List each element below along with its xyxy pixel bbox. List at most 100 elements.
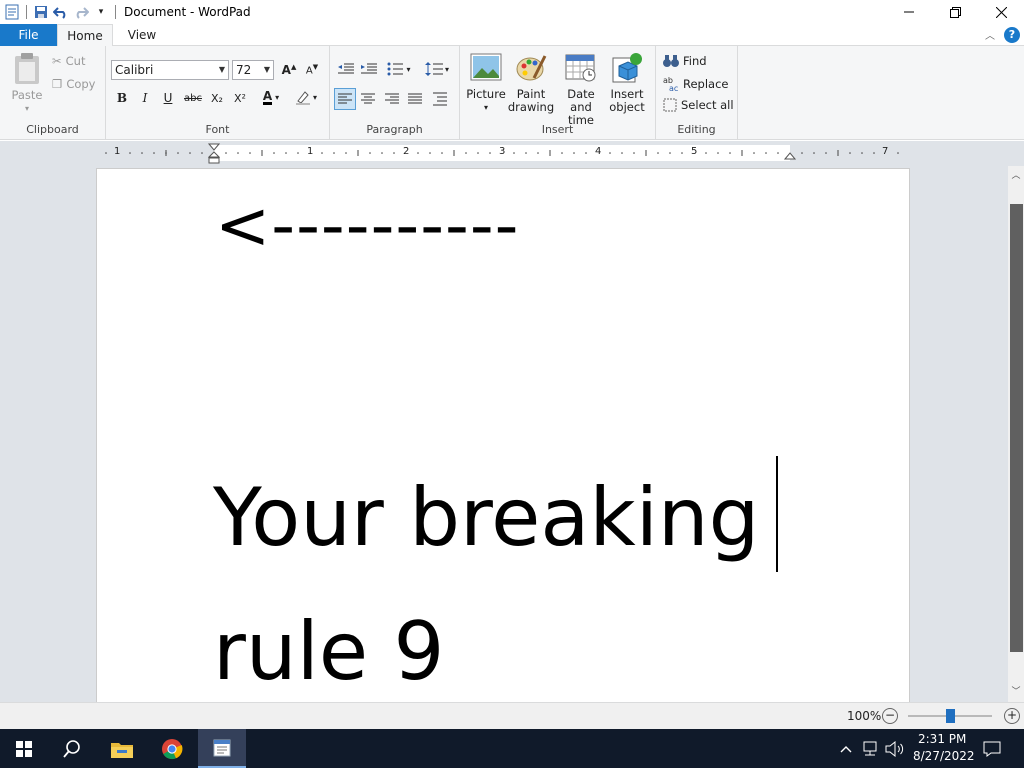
line-spacing-button[interactable]: ▾ — [422, 59, 452, 79]
right-indent-marker-icon[interactable] — [784, 151, 796, 161]
date-time-button[interactable]: Date and time — [556, 52, 606, 127]
text-color-button[interactable]: A ▾ — [256, 87, 286, 107]
volume-icon[interactable] — [882, 729, 908, 768]
chevron-down-icon: ▾ — [312, 92, 317, 102]
paint-drawing-button[interactable]: Paint drawing — [508, 52, 554, 114]
undo-icon[interactable] — [51, 2, 71, 22]
customize-qat-icon[interactable]: ▾ — [91, 2, 111, 22]
editing-group-label: Editing — [677, 123, 716, 136]
subscript-button[interactable]: X₂ — [207, 88, 227, 108]
ruler[interactable]: 1 1 2 3 4 5 7 — [0, 141, 1024, 166]
align-left-button[interactable] — [334, 88, 356, 110]
zoom-slider-thumb[interactable] — [946, 709, 955, 723]
indent-marker-icon[interactable] — [208, 143, 220, 165]
superscript-button[interactable]: X² — [230, 88, 250, 108]
chrome-button[interactable] — [148, 729, 196, 768]
scroll-up-icon[interactable]: ︿ — [1008, 168, 1024, 184]
close-button[interactable] — [978, 0, 1024, 24]
window-controls — [886, 0, 1024, 24]
grow-font-button[interactable]: A▲ — [279, 60, 299, 80]
zoom-out-icon[interactable]: − — [882, 708, 898, 724]
picture-button[interactable]: Picture ▾ — [465, 52, 507, 114]
insert-group-label: Insert — [541, 123, 574, 136]
find-button[interactable]: Find — [663, 54, 707, 68]
cut-button[interactable]: ✂ Cut — [52, 54, 85, 68]
clock-date[interactable]: 8/27/2022 — [913, 749, 975, 763]
window-title: Document - WordPad — [124, 5, 251, 19]
ribbon-tabs: File Home View ︿ ? — [0, 24, 1024, 47]
clock-time[interactable]: 2:31 PM — [918, 732, 966, 746]
strikethrough-button[interactable]: abc — [183, 88, 203, 108]
highlighter-icon — [295, 91, 310, 105]
wordpad-app-icon[interactable] — [2, 2, 22, 22]
search-button[interactable] — [48, 729, 96, 768]
ruler-number: 7 — [882, 146, 889, 157]
editing-group: Find ab ac Replace Select all Editing — [656, 46, 738, 140]
insert-group: Picture ▾ Paint drawing Date and time In… — [460, 46, 656, 140]
insert-object-button[interactable]: Insert object — [606, 52, 648, 114]
clipboard-group-label: Clipboard — [26, 123, 79, 136]
document-page[interactable]: <---------- Your breaking rule 9 — [96, 168, 910, 702]
font-size-select[interactable]: 72 ▼ — [232, 60, 274, 80]
notifications-icon[interactable] — [978, 729, 1006, 768]
font-family-select[interactable]: Calibri ▼ — [111, 60, 229, 80]
picture-label: Picture — [466, 87, 506, 101]
wordpad-taskbar-button[interactable] — [198, 729, 246, 768]
line-spacing-icon — [424, 62, 443, 76]
folder-icon — [111, 742, 133, 758]
paragraph-settings-button[interactable] — [430, 89, 450, 109]
document-line-arrow: <---------- — [215, 187, 520, 264]
redo-icon[interactable] — [71, 2, 91, 22]
align-center-button[interactable] — [358, 89, 378, 109]
file-explorer-button[interactable] — [98, 729, 146, 768]
increase-indent-button[interactable] — [359, 59, 379, 79]
replace-icon: abac — [663, 76, 678, 92]
tab-home[interactable]: Home — [57, 24, 113, 47]
replace-button[interactable]: ab ac Replace — [663, 76, 729, 92]
font-family-value: Calibri — [115, 63, 154, 77]
chevron-down-icon: ▾ — [406, 64, 411, 74]
start-button[interactable] — [0, 729, 48, 768]
ruler-number: 1 — [114, 146, 121, 157]
maximize-button[interactable] — [932, 0, 978, 24]
copy-button[interactable]: ❐ Copy — [52, 77, 95, 91]
ruler-number: 5 — [691, 146, 698, 157]
minimize-button[interactable] — [886, 0, 932, 24]
minimize-ribbon-icon[interactable]: ︿ — [982, 27, 998, 43]
highlight-button[interactable]: ▾ — [290, 87, 322, 107]
zoom-in-icon[interactable]: + — [1004, 708, 1020, 724]
increase-indent-icon — [361, 63, 377, 74]
zoom-level: 100% — [847, 709, 882, 723]
shrink-font-button[interactable]: A▼ — [302, 60, 322, 80]
list-button[interactable]: ▾ — [384, 59, 414, 79]
bold-button[interactable]: B — [112, 88, 132, 108]
justify-icon — [408, 93, 422, 104]
chrome-icon — [162, 738, 183, 759]
wordpad-icon — [213, 739, 231, 756]
document-line-heading: Your breaking — [213, 471, 760, 564]
justify-button[interactable] — [405, 89, 425, 109]
scrollbar-thumb[interactable] — [1010, 204, 1023, 652]
tab-file[interactable]: File — [0, 24, 57, 46]
decrease-indent-button[interactable] — [336, 59, 356, 79]
underline-button[interactable]: U — [158, 88, 178, 108]
font-group: Calibri ▼ 72 ▼ A▲ A▼ B I U abc X₂ X² A ▾ ▾ … — [106, 46, 330, 140]
scroll-down-icon[interactable]: ﹀ — [1008, 684, 1024, 700]
tab-view[interactable]: View — [117, 24, 167, 46]
select-all-icon — [663, 98, 677, 112]
chevron-down-icon: ▾ — [483, 103, 488, 112]
align-left-icon — [338, 93, 352, 104]
vertical-scrollbar[interactable]: ︿ ﹀ — [1008, 166, 1024, 702]
help-icon[interactable]: ? — [1004, 27, 1020, 43]
save-icon[interactable] — [31, 2, 51, 22]
align-right-button[interactable] — [382, 89, 402, 109]
italic-button[interactable]: I — [135, 88, 155, 108]
copy-icon: ❐ — [52, 77, 63, 91]
select-all-button[interactable]: Select all — [663, 98, 734, 112]
paste-button[interactable]: Paste ▾ — [8, 52, 46, 115]
decrease-indent-icon — [338, 63, 354, 74]
show-hidden-icons-icon[interactable] — [836, 729, 856, 768]
network-icon[interactable] — [858, 729, 882, 768]
chevron-down-icon: ▾ — [444, 64, 449, 74]
document-line-rule: rule 9 — [213, 605, 445, 698]
